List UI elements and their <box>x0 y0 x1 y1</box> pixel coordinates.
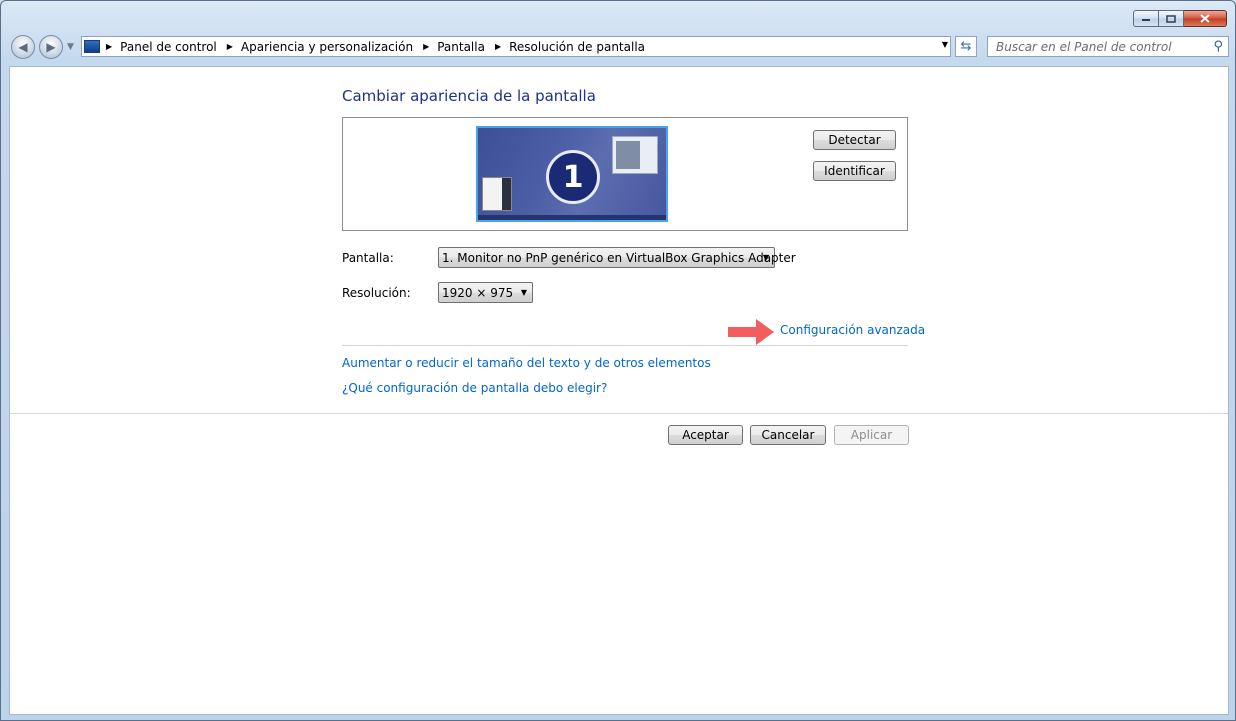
resolution-select-value: 1920 × 975 <box>442 285 514 300</box>
arrow-right-icon: ▶ <box>46 40 56 54</box>
identify-button[interactable]: Identificar <box>813 161 896 181</box>
forward-button[interactable]: ▶ <box>39 35 63 59</box>
monitor-thumbnail[interactable]: 1 <box>476 126 668 222</box>
minimize-button[interactable] <box>1133 10 1159 27</box>
start-menu-column <box>502 178 511 210</box>
footer-divider <box>10 413 1228 414</box>
monitor-number-badge: 1 <box>546 150 600 204</box>
text-size-link[interactable]: Aumentar o reducir el tamaño del texto y… <box>342 356 711 370</box>
window-thumbnail-content <box>616 141 640 169</box>
help-link[interactable]: ¿Qué configuración de pantalla debo eleg… <box>342 381 607 395</box>
breadcrumb-item[interactable]: Resolución de pantalla <box>509 40 645 54</box>
control-panel-icon <box>84 40 100 53</box>
breadcrumb: ▶ Panel de control ▶ Apariencia y person… <box>106 40 655 54</box>
chevron-right-icon[interactable]: ▶ <box>423 42 429 51</box>
window-thumbnail-icon <box>612 136 658 174</box>
control-panel-window: ◀ ▶ ▼ ▶ Panel de control ▶ Apariencia y … <box>0 0 1236 721</box>
display-label: Pantalla: <box>342 251 394 265</box>
refresh-button[interactable]: ⇆ <box>955 36 977 57</box>
breadcrumb-item[interactable]: Pantalla <box>437 40 485 54</box>
chevron-right-icon[interactable]: ▶ <box>106 42 112 51</box>
address-bar[interactable]: ▶ Panel de control ▶ Apariencia y person… <box>81 36 951 57</box>
display-select[interactable]: 1. Monitor no PnP genérico en VirtualBox… <box>438 247 796 268</box>
minimize-icon <box>1142 18 1150 21</box>
divider <box>342 345 908 346</box>
maximize-button[interactable] <box>1159 10 1184 27</box>
address-dropdown-icon[interactable]: ▼ <box>942 40 948 49</box>
chevron-down-icon: ▼ <box>520 288 527 297</box>
resolution-label: Resolución: <box>342 286 411 300</box>
search-input[interactable]: Buscar en el Panel de control <box>996 40 1213 54</box>
close-icon <box>1200 14 1210 23</box>
recent-pages-dropdown-icon[interactable]: ▼ <box>67 42 74 52</box>
ok-button[interactable]: Aceptar <box>668 425 743 445</box>
display-select-value: 1. Monitor no PnP genérico en VirtualBox… <box>442 250 796 265</box>
back-button[interactable]: ◀ <box>11 35 35 59</box>
display-preview: 1 Detectar Identificar <box>342 117 908 231</box>
maximize-icon <box>1166 14 1176 23</box>
search-icon[interactable]: ⚲ <box>1213 39 1223 54</box>
apply-button[interactable]: Aplicar <box>834 425 909 445</box>
chevron-right-icon[interactable]: ▶ <box>227 42 233 51</box>
close-button[interactable] <box>1184 10 1227 27</box>
chevron-right-icon[interactable]: ▶ <box>495 42 501 51</box>
arrow-left-icon: ◀ <box>18 40 28 54</box>
red-arrow-icon <box>728 319 774 345</box>
breadcrumb-item[interactable]: Panel de control <box>120 40 217 54</box>
resolution-select[interactable]: 1920 × 975 ▼ <box>438 282 533 303</box>
breadcrumb-item[interactable]: Apariencia y personalización <box>241 40 413 54</box>
search-box[interactable]: Buscar en el Panel de control ⚲ <box>987 36 1229 57</box>
taskbar-thumbnail <box>478 215 666 220</box>
caption-buttons <box>1133 10 1227 27</box>
start-menu-thumbnail-icon <box>482 177 512 211</box>
chevron-down-icon: ▼ <box>762 253 769 262</box>
page-title: Cambiar apariencia de la pantalla <box>342 87 596 105</box>
navigation-bar: ◀ ▶ ▼ ▶ Panel de control ▶ Apariencia y … <box>9 34 1229 60</box>
cancel-button[interactable]: Cancelar <box>750 425 826 445</box>
content-area: Cambiar apariencia de la pantalla 1 Dete… <box>9 66 1229 715</box>
advanced-settings-link[interactable]: Configuración avanzada <box>780 323 925 337</box>
detect-button[interactable]: Detectar <box>813 130 896 150</box>
refresh-icon: ⇆ <box>960 39 972 54</box>
